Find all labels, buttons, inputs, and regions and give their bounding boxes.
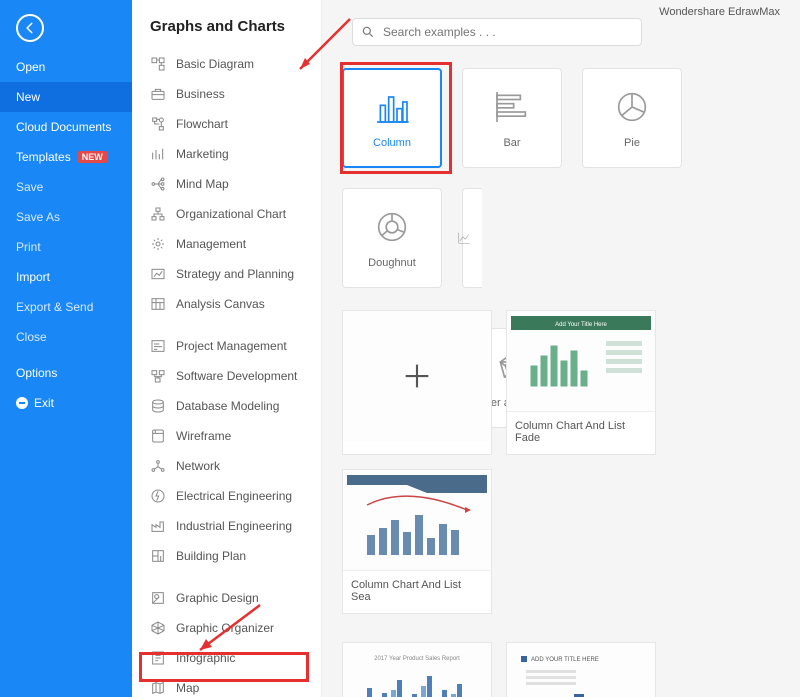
cat-strategy[interactable]: Strategy and Planning	[150, 259, 321, 289]
svg-text:ADD YOUR TITLE HERE: ADD YOUR TITLE HERE	[531, 657, 599, 663]
category-panel: Graphs and Charts Basic Diagram Business…	[132, 0, 322, 697]
chart-type-next[interactable]	[462, 188, 482, 288]
sidebar-item-import[interactable]: Import	[0, 262, 132, 292]
template-fade[interactable]: Add Your Title Here Column Chart And Lis…	[506, 310, 656, 455]
category-title: Graphs and Charts	[150, 18, 321, 35]
uml-icon	[150, 368, 166, 384]
diagram-icon	[150, 56, 166, 72]
mindmap-icon	[150, 176, 166, 192]
wireframe-icon	[150, 428, 166, 444]
pie-icon	[612, 87, 652, 127]
infographic-icon	[150, 650, 166, 666]
doughnut-icon	[372, 207, 412, 247]
column-icon	[372, 87, 412, 127]
canvas-icon	[150, 296, 166, 312]
cat-business[interactable]: Business	[150, 79, 321, 109]
cat-org-chart[interactable]: Organizational Chart	[150, 199, 321, 229]
search-input[interactable]	[383, 25, 633, 39]
gear-icon	[150, 236, 166, 252]
sidebar-item-templates[interactable]: TemplatesNEW	[0, 142, 132, 172]
sidebar-item-open[interactable]: Open	[0, 52, 132, 82]
template-blank[interactable]	[342, 310, 492, 455]
cat-marketing[interactable]: Marketing	[150, 139, 321, 169]
cat-basic-diagram[interactable]: Basic Diagram	[150, 49, 321, 79]
cat-industrial[interactable]: Industrial Engineering	[150, 511, 321, 541]
sidebar-item-exit[interactable]: Exit	[0, 388, 132, 418]
map-icon	[150, 680, 166, 696]
svg-text:2017 Year Product Sales Report: 2017 Year Product Sales Report	[374, 656, 460, 662]
thumb-fade-icon: Add Your Title Here	[511, 316, 651, 406]
cat-building[interactable]: Building Plan	[150, 541, 321, 571]
network-icon	[150, 458, 166, 474]
new-badge: NEW	[77, 151, 108, 163]
sidebar: Open New Cloud Documents TemplatesNEW Sa…	[0, 0, 132, 697]
cat-graphic-design[interactable]: Graphic Design	[150, 583, 321, 613]
database-icon	[150, 398, 166, 414]
thumb-column-icon: ADD YOUR TITLE HERE	[511, 648, 651, 697]
bar-icon	[492, 87, 532, 127]
cat-infographic[interactable]: Infographic	[150, 643, 321, 673]
cat-software-dev[interactable]: Software Development	[150, 361, 321, 391]
electrical-icon	[150, 488, 166, 504]
template-grid: Add Your Title Here Column Chart And Lis…	[342, 310, 800, 697]
sidebar-item-close[interactable]: Close	[0, 322, 132, 352]
svg-text:Add Your Title Here: Add Your Title Here	[555, 322, 607, 328]
cat-map[interactable]: Map	[150, 673, 321, 697]
exit-icon	[16, 397, 28, 409]
chart-type-column[interactable]: Column	[342, 68, 442, 168]
cat-database[interactable]: Database Modeling	[150, 391, 321, 421]
search-box[interactable]	[352, 18, 642, 46]
strategy-icon	[150, 266, 166, 282]
template-sales[interactable]: 2017 Year Product Sales Report Column Sa…	[342, 642, 492, 697]
industrial-icon	[150, 518, 166, 534]
thumb-sales-icon: 2017 Year Product Sales Report	[347, 648, 487, 697]
sidebar-item-print[interactable]: Print	[0, 232, 132, 262]
line-icon	[457, 218, 471, 258]
design-icon	[150, 590, 166, 606]
sidebar-item-save-as[interactable]: Save As	[0, 202, 132, 232]
chart-type-pie[interactable]: Pie	[582, 68, 682, 168]
sidebar-item-cloud-documents[interactable]: Cloud Documents	[0, 112, 132, 142]
cat-flowchart[interactable]: Flowchart	[150, 109, 321, 139]
back-button[interactable]	[16, 14, 44, 42]
content-area: Wondershare EdrawMax Column Bar Pie Doug…	[322, 0, 800, 697]
plus-icon	[400, 359, 434, 393]
sidebar-item-export-send[interactable]: Export & Send	[0, 292, 132, 322]
cat-management[interactable]: Management	[150, 229, 321, 259]
cat-electrical[interactable]: Electrical Engineering	[150, 481, 321, 511]
sidebar-item-save[interactable]: Save	[0, 172, 132, 202]
building-icon	[150, 548, 166, 564]
sidebar-item-options[interactable]: Options	[0, 358, 132, 388]
flowchart-icon	[150, 116, 166, 132]
brand-label: Wondershare EdrawMax	[659, 6, 780, 18]
organizer-icon	[150, 620, 166, 636]
marketing-icon	[150, 146, 166, 162]
cat-graphic-organizer[interactable]: Graphic Organizer	[150, 613, 321, 643]
gantt-icon	[150, 338, 166, 354]
template-column[interactable]: ADD YOUR TITLE HERE Column	[506, 642, 656, 697]
cat-project-mgmt[interactable]: Project Management	[150, 331, 321, 361]
org-icon	[150, 206, 166, 222]
sidebar-item-new[interactable]: New	[0, 82, 132, 112]
arrow-left-icon	[23, 21, 37, 35]
briefcase-icon	[150, 86, 166, 102]
cat-wireframe[interactable]: Wireframe	[150, 421, 321, 451]
chart-type-doughnut[interactable]: Doughnut	[342, 188, 442, 288]
cat-network[interactable]: Network	[150, 451, 321, 481]
template-sea[interactable]: Column Chart And List Sea	[342, 469, 492, 614]
cat-mind-map[interactable]: Mind Map	[150, 169, 321, 199]
cat-analysis[interactable]: Analysis Canvas	[150, 289, 321, 319]
search-icon	[361, 25, 375, 39]
chart-type-bar[interactable]: Bar	[462, 68, 562, 168]
thumb-sea-icon	[347, 475, 487, 565]
